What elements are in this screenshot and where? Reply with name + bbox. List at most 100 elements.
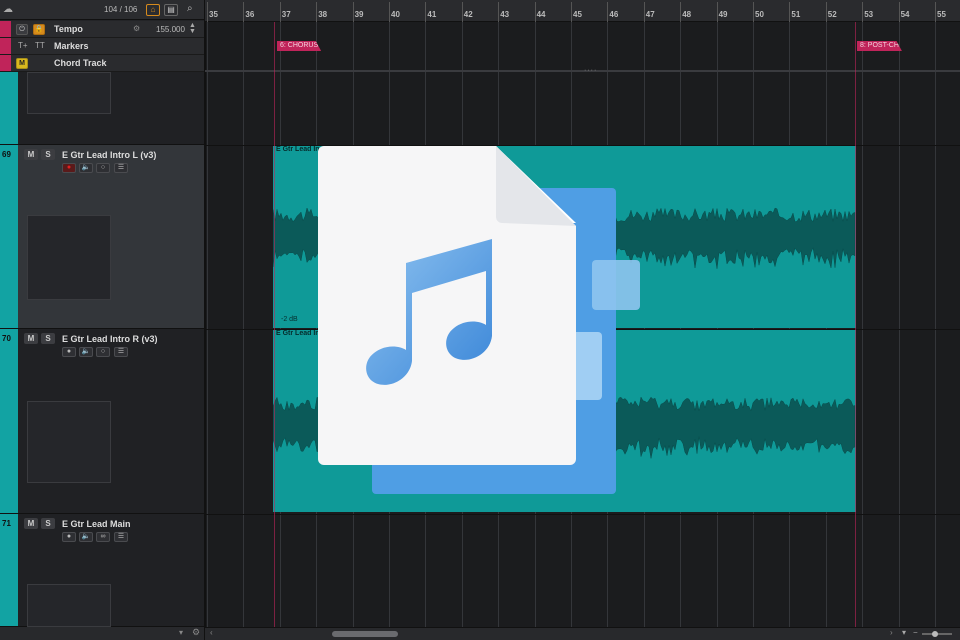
solo-button[interactable]: S	[41, 149, 55, 160]
scroll-right-icon[interactable]: ›	[890, 628, 893, 637]
marker-chorus[interactable]: 6: CHORUS	[277, 41, 322, 51]
ruler-bar-label: 44	[536, 10, 546, 19]
track-image-placeholder	[27, 584, 111, 627]
add-marker-icon[interactable]: T+	[18, 41, 28, 50]
ruler-bar-label: 40	[391, 10, 400, 19]
scrollbar-thumb[interactable]	[332, 631, 398, 637]
record-enable-icon[interactable]: ●	[62, 347, 76, 357]
ruler-tick	[352, 2, 354, 22]
read-automation-icon[interactable]: ○	[96, 347, 110, 357]
track-image-placeholder	[27, 72, 111, 114]
track-list-panel: ☁ 104 / 106 ⌂ ▤ ⌕ ⏻ 🔒 Tempo ⚙ 155.000 ▲ ▼…	[0, 0, 205, 640]
zoom-slider-handle[interactable]	[932, 631, 938, 637]
markers-track-name: Markers	[54, 41, 89, 51]
ruler-tick	[716, 2, 718, 22]
track-counter: 104 / 106	[104, 5, 138, 14]
ruler-tick	[498, 2, 500, 22]
ruler-bar-label: 35	[209, 10, 218, 19]
track-color-strip	[0, 72, 18, 144]
tempo-track-name: Tempo	[54, 24, 83, 34]
cycle-marker-icon[interactable]: TT	[35, 41, 45, 50]
home-icon[interactable]: ⌂	[146, 4, 160, 16]
lock-icon[interactable]: 🔒	[33, 24, 45, 35]
record-enable-icon[interactable]: ●	[62, 163, 76, 173]
chevron-down-icon[interactable]: ▾	[179, 628, 183, 637]
settings-icon[interactable]: ⚙	[133, 24, 140, 33]
grid-line	[898, 22, 900, 627]
monitor-icon[interactable]: 🔈	[79, 347, 93, 357]
ruler-tick	[279, 2, 281, 22]
ruler-bar-label: 39	[354, 10, 364, 19]
track-color-strip: 69	[0, 145, 18, 328]
ruler-tick	[753, 2, 754, 22]
horizontal-scrollbar[interactable]: ‹ › ▾ −	[205, 627, 960, 640]
ruler-bar-label: 36	[245, 10, 255, 19]
ruler-tick	[680, 2, 682, 22]
track-number: 71	[2, 519, 11, 528]
marker-post-chorus[interactable]: 8: POST-CH	[857, 41, 902, 51]
cloud-icon[interactable]: ☁	[3, 4, 13, 15]
ruler-tick	[643, 2, 645, 22]
tempo-stepper-icon[interactable]: ▲ ▼	[189, 22, 196, 35]
ruler-tick	[607, 2, 609, 22]
scroll-left-icon[interactable]: ‹	[210, 628, 213, 637]
mute-button[interactable]: M	[24, 149, 38, 160]
zoom-out-icon[interactable]: −	[913, 628, 918, 637]
mute-button[interactable]: M	[24, 333, 38, 344]
record-enable-icon[interactable]: ●	[62, 532, 76, 542]
ruler-tick	[461, 2, 463, 22]
ruler-tick	[243, 2, 245, 22]
track-color-strip: 71	[0, 514, 18, 626]
chord-track[interactable]: M Chord Track	[0, 55, 205, 72]
track-69[interactable]: 69 M S E Gtr Lead Intro L (v3) ● 🔈 ○ ☰	[0, 145, 205, 329]
ruler-bar-label: 52	[827, 10, 837, 19]
ruler-bar-label: 43	[500, 10, 510, 19]
timeline-ruler[interactable]: 35 36 37 38 39 40 41 42 43 44 45 46 47 48 49 50 51 52 53 54…	[205, 0, 960, 22]
track-color-strip: 70	[0, 329, 18, 513]
ruler-bar-label: 46	[609, 10, 619, 19]
edit-channel-icon[interactable]: ☰	[114, 347, 128, 357]
track-68[interactable]	[0, 72, 205, 145]
track-71[interactable]: 71 M S E Gtr Lead Main ● 🔈 ∞ ☰	[0, 514, 205, 627]
solo-button[interactable]: S	[41, 333, 55, 344]
track-list-footer: ▾ ⚙	[0, 627, 205, 640]
track-image-placeholder	[27, 401, 111, 483]
mute-button[interactable]: M	[24, 518, 38, 529]
list-view-icon[interactable]: ▤	[164, 4, 178, 16]
power-icon[interactable]: ⏻	[16, 24, 28, 35]
markers-track[interactable]: T+ TT Markers	[0, 38, 205, 55]
ruler-tick	[789, 2, 791, 22]
edit-channel-icon[interactable]: ☰	[114, 532, 128, 542]
track-name[interactable]: E Gtr Lead Intro L (v3)	[62, 150, 156, 160]
gear-icon[interactable]: ⚙	[192, 627, 200, 638]
monitor-icon[interactable]: 🔈	[79, 532, 93, 542]
monitor-icon[interactable]: 🔈	[79, 163, 93, 173]
ruler-tick	[862, 2, 864, 22]
grid-line	[935, 22, 936, 627]
solo-button[interactable]: S	[41, 518, 55, 529]
track-list-toolbar: ☁ 104 / 106 ⌂ ▤ ⌕	[0, 0, 205, 20]
resize-handle[interactable]: ····	[584, 67, 597, 74]
track-name[interactable]: E Gtr Lead Intro R (v3)	[62, 334, 158, 344]
read-automation-icon[interactable]: ○	[96, 163, 110, 173]
link-icon[interactable]: ∞	[96, 532, 110, 542]
chord-mute-button[interactable]: M	[16, 58, 28, 69]
marker-line	[855, 22, 856, 627]
zoom-menu-icon[interactable]: ▾	[902, 628, 906, 637]
ruler-bar-label: 55	[937, 10, 946, 19]
ruler-tick	[825, 2, 827, 22]
search-icon[interactable]: ⌕	[187, 3, 193, 14]
tempo-track[interactable]: ⏻ 🔒 Tempo ⚙ 155.000 ▲ ▼	[0, 21, 205, 38]
edit-channel-icon[interactable]: ☰	[114, 163, 128, 173]
track-70[interactable]: 70 M S E Gtr Lead Intro R (v3) ● 🔈 ○ ☰	[0, 329, 205, 514]
ruler-bar-label: 53	[864, 10, 874, 19]
marker-line	[274, 22, 275, 627]
ruler-tick	[316, 2, 318, 22]
tempo-value[interactable]: 155.000	[156, 25, 185, 34]
ruler-tick	[425, 2, 427, 22]
ruler-bar-label: 41	[427, 10, 437, 19]
track-number: 70	[2, 334, 11, 343]
ruler-tick	[207, 2, 208, 22]
track-color-strip	[0, 38, 11, 54]
track-name[interactable]: E Gtr Lead Main	[62, 519, 131, 529]
